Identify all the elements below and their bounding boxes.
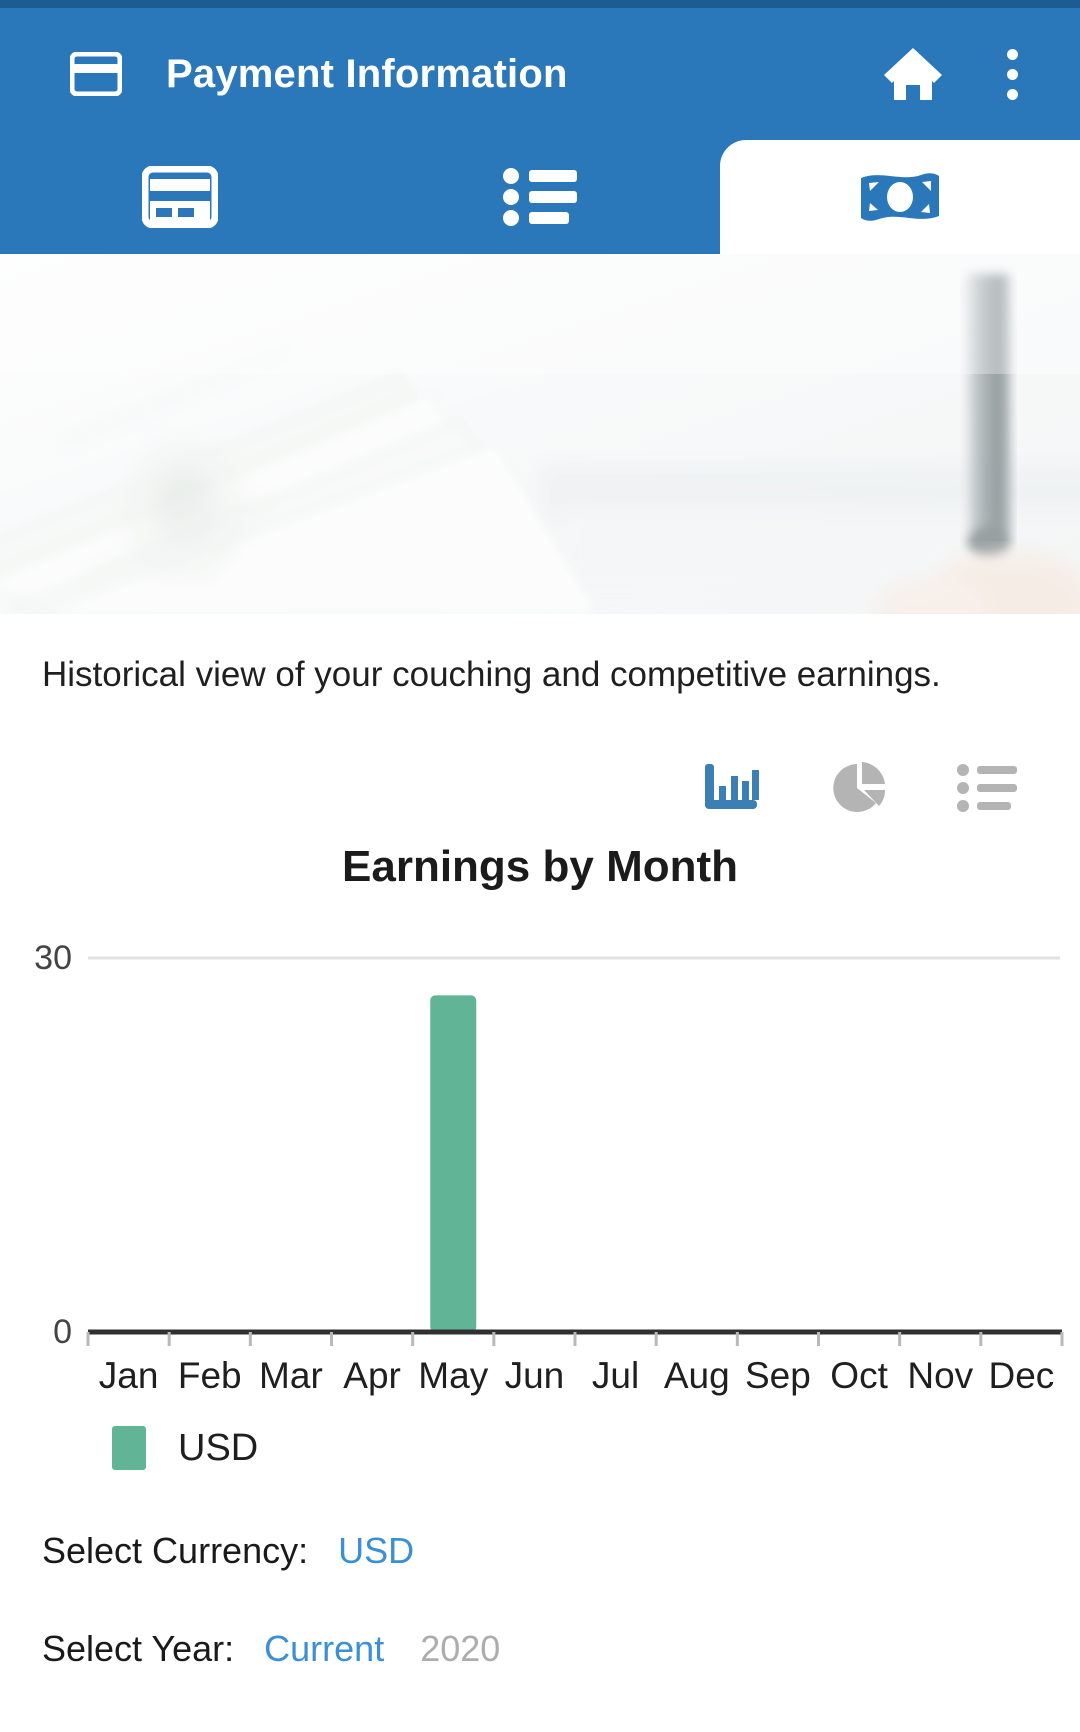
list-icon (503, 168, 577, 226)
x-axis-tick-label: May (418, 1355, 488, 1396)
description-text: Historical view of your couching and com… (42, 655, 941, 694)
currency-option-usd[interactable]: USD (338, 1530, 414, 1572)
chart-title: Earnings by Month (342, 842, 738, 892)
x-axis-tick-label: Oct (830, 1355, 888, 1396)
tab-bar (0, 140, 1080, 256)
currency-selector-label: Select Currency: (42, 1530, 309, 1572)
x-axis-tick-label: Jan (99, 1355, 159, 1396)
credit-card-icon (142, 166, 218, 228)
x-axis-tick-label: Mar (259, 1355, 323, 1396)
y-axis-tick-label: 30 (34, 940, 72, 977)
money-bill-icon (861, 173, 939, 221)
main-content: Historical view of your couching and com… (0, 614, 1080, 1670)
pie-chart-icon[interactable] (828, 760, 890, 816)
earnings-bar-chart: 0 30 Jan Feb Mar Apr May Jun Jul Aug Sep Oct Nov Dec (0, 940, 1080, 1400)
chart-type-toggle-group (0, 760, 1018, 816)
bar-chart-icon[interactable] (700, 760, 762, 816)
list-icon[interactable] (956, 760, 1018, 816)
x-axis-tick-label: Sep (745, 1355, 811, 1396)
year-selector-row: Select Year: Current 2020 (42, 1628, 1080, 1670)
more-vertical-icon[interactable] (990, 43, 1034, 105)
page-title: Payment Information (166, 51, 568, 96)
status-bar (0, 0, 1080, 8)
app-bar: Payment Information (0, 8, 1080, 140)
year-option-current[interactable]: Current (264, 1628, 384, 1670)
x-axis-tick-label: Jul (592, 1355, 639, 1396)
tab-cards[interactable] (0, 140, 360, 254)
x-axis-tick-label: Feb (178, 1355, 242, 1396)
y-axis-tick-label: 0 (53, 1313, 72, 1351)
tab-history[interactable] (360, 140, 720, 254)
legend-swatch-usd (112, 1426, 146, 1471)
year-selector-label: Select Year: (42, 1628, 235, 1670)
legend-label-usd: USD (178, 1426, 259, 1469)
x-axis-tick-label: Dec (989, 1355, 1055, 1396)
currency-selector-row: Select Currency: USD (42, 1530, 1080, 1572)
home-icon[interactable] (882, 43, 944, 105)
credit-card-icon (70, 48, 122, 100)
chart-legend: USD (112, 1426, 1080, 1471)
x-axis-tick-label: Jun (505, 1355, 565, 1396)
tab-earnings[interactable] (720, 140, 1080, 256)
hero-image (0, 254, 1080, 614)
chart-bar[interactable] (430, 995, 477, 1333)
x-axis-tick-label: Nov (907, 1355, 973, 1396)
app-screen: Payment Information Historical view of y… (0, 0, 1080, 1732)
x-axis-tick-label: Aug (664, 1355, 730, 1396)
x-axis-tick-label: Apr (343, 1355, 401, 1396)
year-option-2020[interactable]: 2020 (420, 1628, 500, 1670)
